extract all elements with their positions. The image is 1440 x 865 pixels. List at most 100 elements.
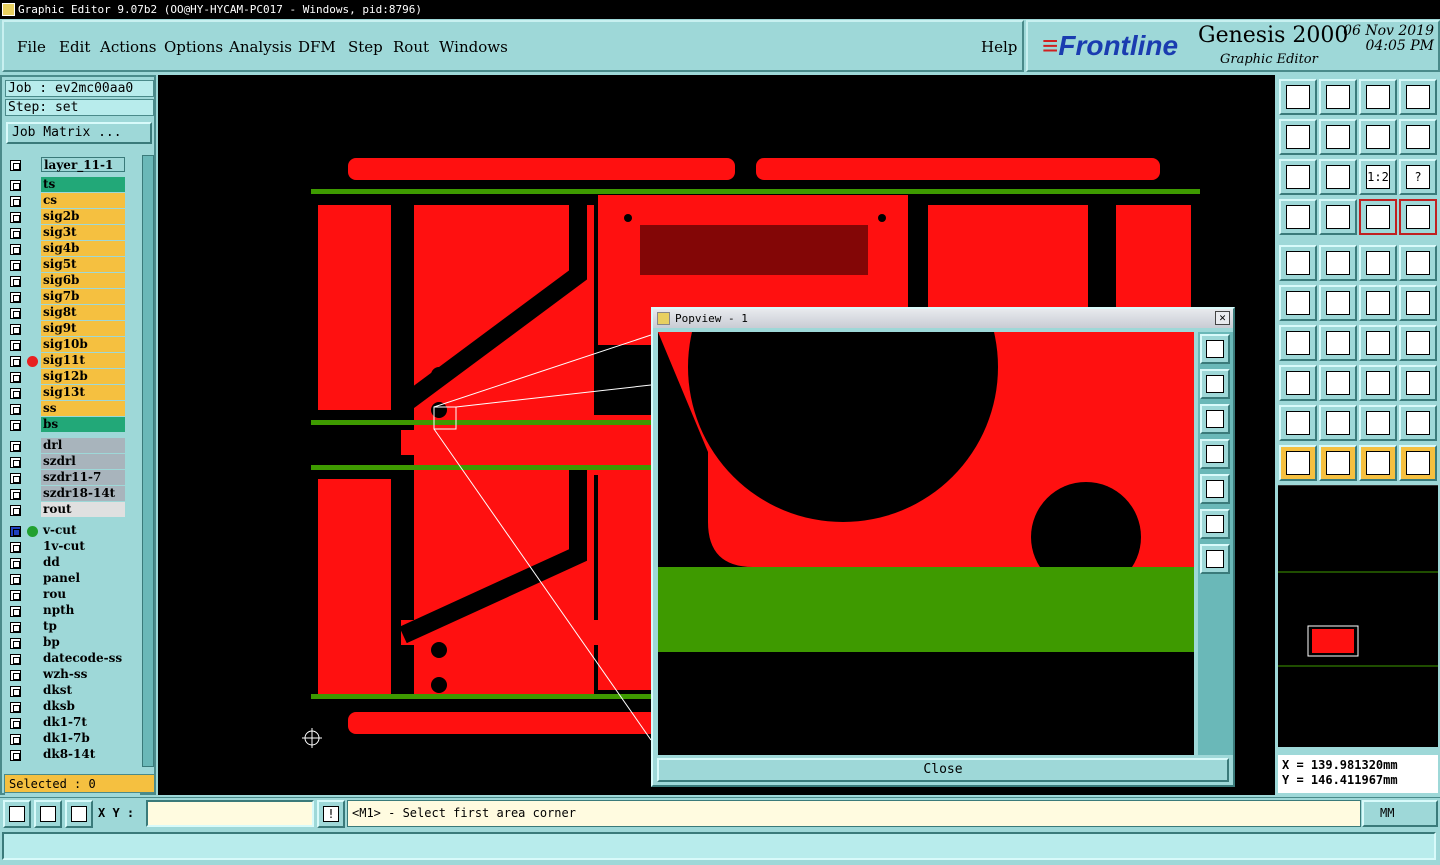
checkbox-icon[interactable]: [10, 686, 21, 697]
checkbox-icon[interactable]: [10, 228, 21, 239]
checkbox-icon[interactable]: [10, 734, 21, 745]
layer-row[interactable]: drl: [5, 438, 140, 454]
popview-viewport[interactable]: [658, 332, 1194, 755]
menu-analysis[interactable]: Analysis: [229, 38, 292, 56]
layer-row[interactable]: sig6b: [5, 273, 140, 289]
popview-zoom-out-button[interactable]: [1200, 544, 1230, 574]
checkbox-icon[interactable]: [10, 292, 21, 303]
menu-windows[interactable]: Windows: [439, 38, 508, 56]
checkbox-icon[interactable]: [10, 718, 21, 729]
layer-row[interactable]: szdrl: [5, 454, 140, 470]
layer-row[interactable]: panel: [5, 571, 140, 587]
checkbox-icon[interactable]: [10, 388, 21, 399]
layer-row[interactable]: szdr11-7: [5, 470, 140, 486]
layer-row[interactable]: rout: [5, 502, 140, 518]
route-button[interactable]: [1399, 445, 1437, 481]
undo-view-button[interactable]: [1359, 119, 1397, 155]
cross-button[interactable]: [1319, 285, 1357, 321]
layer-row[interactable]: sig13t: [5, 385, 140, 401]
pad-button[interactable]: [1399, 245, 1437, 281]
layer-row[interactable]: sig4b: [5, 241, 140, 257]
checkbox-icon[interactable]: [10, 420, 21, 431]
layer-row[interactable]: bp: [5, 635, 140, 651]
layer-row[interactable]: dk1-7t: [5, 715, 140, 731]
checkbox-icon[interactable]: [10, 180, 21, 191]
checkbox-icon[interactable]: [10, 590, 21, 601]
xy-input[interactable]: [146, 800, 314, 827]
popview-zoom-tool-button[interactable]: [1200, 334, 1230, 364]
layer-row[interactable]: ts: [5, 177, 140, 193]
checkbox-icon[interactable]: [10, 340, 21, 351]
layer-row[interactable]: cs: [5, 193, 140, 209]
layer-compare-button[interactable]: [1359, 199, 1397, 235]
layer-row[interactable]: wzh-ss: [5, 667, 140, 683]
layer-row[interactable]: sig5t: [5, 257, 140, 273]
pointer-button[interactable]: [1279, 445, 1317, 481]
layer-row[interactable]: dk8-14t: [5, 747, 140, 763]
checkbox-icon[interactable]: [10, 750, 21, 761]
layer-row[interactable]: ss: [5, 401, 140, 417]
pan-down-button[interactable]: [1319, 79, 1357, 115]
checkbox-icon[interactable]: [10, 505, 21, 516]
layer-row[interactable]: dk1-7b: [5, 731, 140, 747]
line-red-button[interactable]: [1359, 285, 1397, 321]
checkbox-icon[interactable]: [10, 356, 21, 367]
units-select[interactable]: MM: [1362, 800, 1438, 827]
checkbox-icon[interactable]: [10, 457, 21, 468]
window-button[interactable]: [1399, 79, 1437, 115]
checkbox-icon[interactable]: [10, 622, 21, 633]
checkbox-icon[interactable]: [10, 526, 21, 537]
layer-row[interactable]: 1v-cut: [5, 539, 140, 555]
triangle-blue-button[interactable]: [1319, 405, 1357, 441]
menu-actions[interactable]: Actions: [100, 38, 156, 56]
checkbox-icon[interactable]: [10, 308, 21, 319]
home-button[interactable]: [1359, 79, 1397, 115]
popview-titlebar[interactable]: Popview - 1 ✕: [653, 309, 1233, 328]
measure-mode-button[interactable]: [34, 800, 62, 828]
overview-map[interactable]: [1278, 485, 1438, 747]
checkbox-icon[interactable]: [10, 542, 21, 553]
net-button[interactable]: [1279, 365, 1317, 401]
angle-button[interactable]: [1279, 325, 1317, 361]
pointer-box-button[interactable]: [1319, 445, 1357, 481]
measure-button[interactable]: [1279, 199, 1317, 235]
checkbox-icon[interactable]: [10, 276, 21, 287]
layer-row[interactable]: tp: [5, 619, 140, 635]
snap-button[interactable]: [1319, 199, 1357, 235]
layer-row[interactable]: sig9t: [5, 321, 140, 337]
checkbox-icon[interactable]: [10, 638, 21, 649]
checkbox-icon[interactable]: [10, 212, 21, 223]
ratio-button[interactable]: 1:2: [1359, 159, 1397, 195]
layer-compare-2-button[interactable]: [1399, 199, 1437, 235]
connect-button[interactable]: [1279, 285, 1317, 321]
menu-help[interactable]: Help: [981, 38, 1017, 56]
layer-row[interactable]: sig8t: [5, 305, 140, 321]
layer-row[interactable]: bs: [5, 417, 140, 433]
pan-left-button[interactable]: [1279, 119, 1317, 155]
menu-step[interactable]: Step: [348, 38, 383, 56]
job-matrix-button[interactable]: Job Matrix ...: [6, 122, 152, 144]
redraw-button[interactable]: [1399, 119, 1437, 155]
menu-edit[interactable]: Edit: [59, 38, 90, 56]
layer-row[interactable]: szdr18-14t: [5, 486, 140, 502]
line-blue-button[interactable]: [1399, 285, 1437, 321]
checkbox-icon[interactable]: [10, 404, 21, 415]
checkbox-icon[interactable]: [10, 473, 21, 484]
layer-row[interactable]: dksb: [5, 699, 140, 715]
edit-path-button[interactable]: [1319, 245, 1357, 281]
menu-rout[interactable]: Rout: [393, 38, 429, 56]
arrows-button[interactable]: [1359, 365, 1397, 401]
popview-zoom-in-button[interactable]: [1200, 509, 1230, 539]
snap-mode-button[interactable]: [3, 800, 31, 828]
layer-row[interactable]: sig2b: [5, 209, 140, 225]
pan-right-button[interactable]: [1319, 119, 1357, 155]
fit-button[interactable]: [1279, 159, 1317, 195]
group-button[interactable]: [1399, 365, 1437, 401]
layer-row[interactable]: dkst: [5, 683, 140, 699]
layer-row[interactable]: rou: [5, 587, 140, 603]
popview-pan-up-button[interactable]: [1200, 369, 1230, 399]
zoom-home-button[interactable]: [1279, 79, 1317, 115]
checkbox-icon[interactable]: [10, 654, 21, 665]
triangle-red-button[interactable]: [1359, 405, 1397, 441]
menu-file[interactable]: File: [17, 38, 46, 56]
